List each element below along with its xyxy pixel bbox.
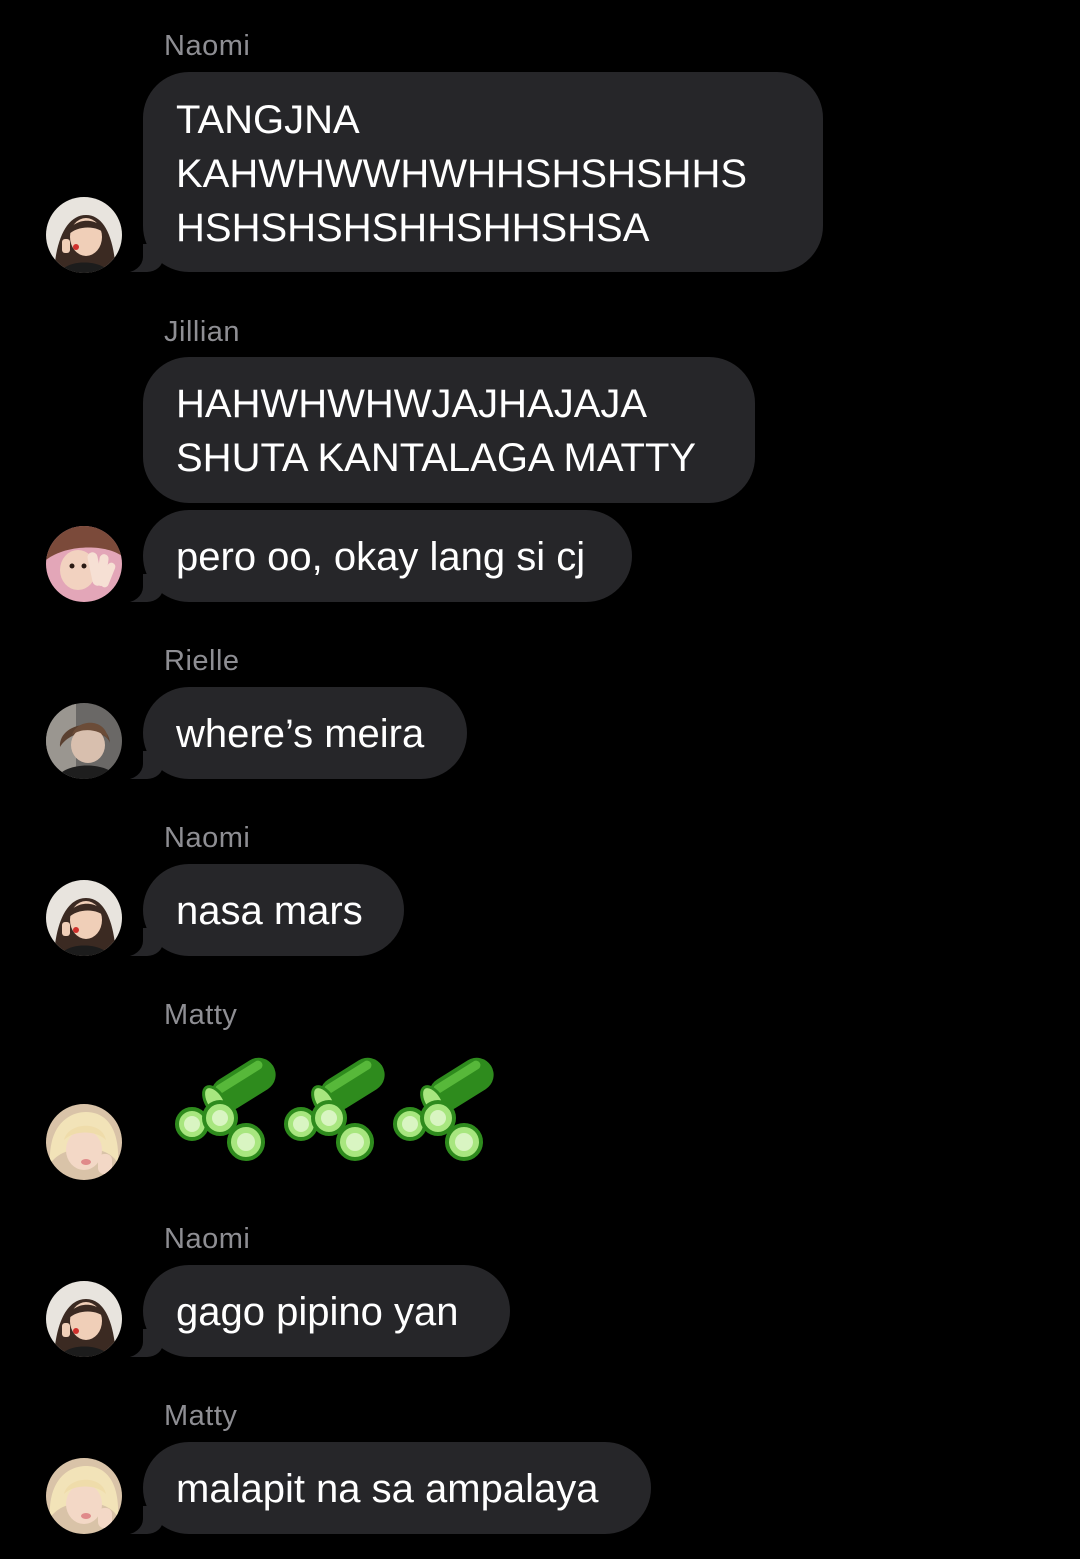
- message-bubble[interactable]: gago pipino yan: [113, 1265, 510, 1358]
- avatar-naomi[interactable]: [46, 197, 122, 273]
- message-bubble[interactable]: HAHWHWHWJAJHAJAJA SHUTA KANTALAGA MATTY: [143, 357, 755, 503]
- message-text-line: KAHWHWWHWHHSHSHSHHS: [176, 152, 748, 196]
- message-text-line: HAHWHWHWJAJHAJAJA: [176, 382, 648, 426]
- avatar-photo-icon: [46, 526, 122, 602]
- message-bubble[interactable]: where’s meira: [113, 687, 467, 780]
- avatar-photo-icon: [46, 1281, 122, 1357]
- message-text: gago pipino yan: [176, 1290, 459, 1334]
- sender-name-naomi: Naomi: [164, 822, 251, 854]
- avatar-photo-icon: [46, 703, 122, 779]
- sender-name-naomi: Naomi: [164, 1223, 251, 1255]
- message-text: pero oo, okay lang si cj: [176, 535, 586, 579]
- message-text-line: HSHSHSHSHHSHHSHSA: [176, 206, 650, 250]
- message-bubble[interactable]: pero oo, okay lang si cj: [113, 510, 632, 603]
- sender-name-naomi: Naomi: [164, 30, 251, 62]
- cucumber-sticker-icon[interactable]: [390, 1052, 502, 1162]
- avatar-photo-icon: [46, 880, 122, 956]
- avatar-jillian[interactable]: [46, 526, 122, 602]
- message-text-line: SHUTA KANTALAGA MATTY: [176, 436, 697, 480]
- message-text: nasa mars: [176, 889, 363, 933]
- avatar-matty[interactable]: [46, 1458, 122, 1534]
- message-text-line: TANGJNA: [176, 98, 360, 142]
- avatar-matty[interactable]: [46, 1104, 122, 1180]
- message-bubble[interactable]: TANGJNA KAHWHWWHWHHSHSHSHHS HSHSHSHSHHSH…: [113, 72, 823, 273]
- message-bubble[interactable]: malapit na sa ampalaya: [113, 1442, 651, 1535]
- message-bubble[interactable]: nasa mars: [113, 864, 404, 957]
- message-text: where’s meira: [176, 712, 425, 756]
- avatar-photo-icon: [46, 1104, 122, 1180]
- cucumber-sticker-icon[interactable]: [172, 1052, 284, 1162]
- sender-name-rielle: Rielle: [164, 645, 240, 677]
- cucumber-sticker-icon[interactable]: [281, 1052, 393, 1162]
- sender-name-matty: Matty: [164, 1400, 238, 1432]
- avatar-naomi[interactable]: [46, 1281, 122, 1357]
- avatar-photo-icon: [46, 1458, 122, 1534]
- sender-name-matty: Matty: [164, 999, 238, 1031]
- avatar-rielle[interactable]: [46, 703, 122, 779]
- sender-name-jillian: Jillian: [164, 316, 241, 348]
- avatar-photo-icon: [46, 197, 122, 273]
- message-text: malapit na sa ampalaya: [176, 1467, 599, 1511]
- avatar-naomi[interactable]: [46, 880, 122, 956]
